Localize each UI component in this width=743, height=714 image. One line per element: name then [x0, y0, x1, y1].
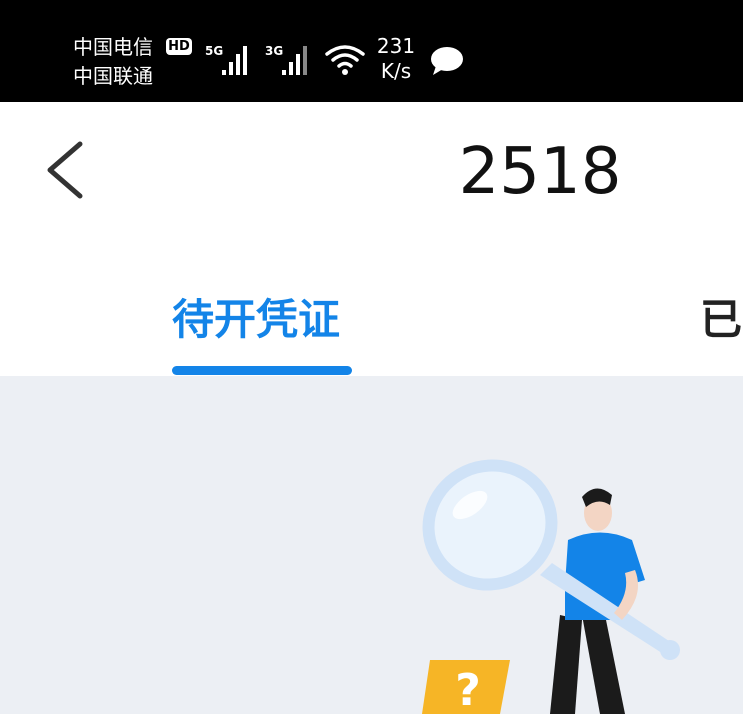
speed-unit: K/s	[380, 59, 412, 83]
carrier-1: 中国电信	[73, 35, 153, 59]
signal-icon	[222, 46, 247, 75]
tab-pending-voucher[interactable]: 待开凭证	[172, 292, 340, 348]
carrier-2: 中国联通	[73, 64, 153, 88]
empty-state-illustration: ?	[422, 459, 680, 714]
wifi-icon	[325, 45, 365, 75]
chevron-left-icon	[47, 141, 83, 199]
signal-icon	[282, 46, 307, 75]
message-bubble-icon	[431, 47, 463, 75]
svg-text:?: ?	[455, 665, 481, 714]
speed-value: 231	[376, 34, 416, 58]
hd-badge: HD	[166, 38, 192, 55]
network-speed: 231 K/s	[376, 34, 416, 84]
tab-issued[interactable]: 已	[700, 292, 742, 348]
network-type-2: 3G	[265, 44, 284, 58]
carrier-info: 中国电信 中国联通	[73, 33, 153, 91]
page-title: 2518	[458, 135, 622, 209]
tab-active-indicator	[172, 366, 352, 375]
status-bar: 中国电信 中国联通 HD 5G 3G 231 K/s	[0, 0, 743, 102]
back-button[interactable]	[44, 140, 88, 200]
network-type-1: 5G	[205, 44, 224, 58]
tab-bar	[0, 232, 743, 376]
